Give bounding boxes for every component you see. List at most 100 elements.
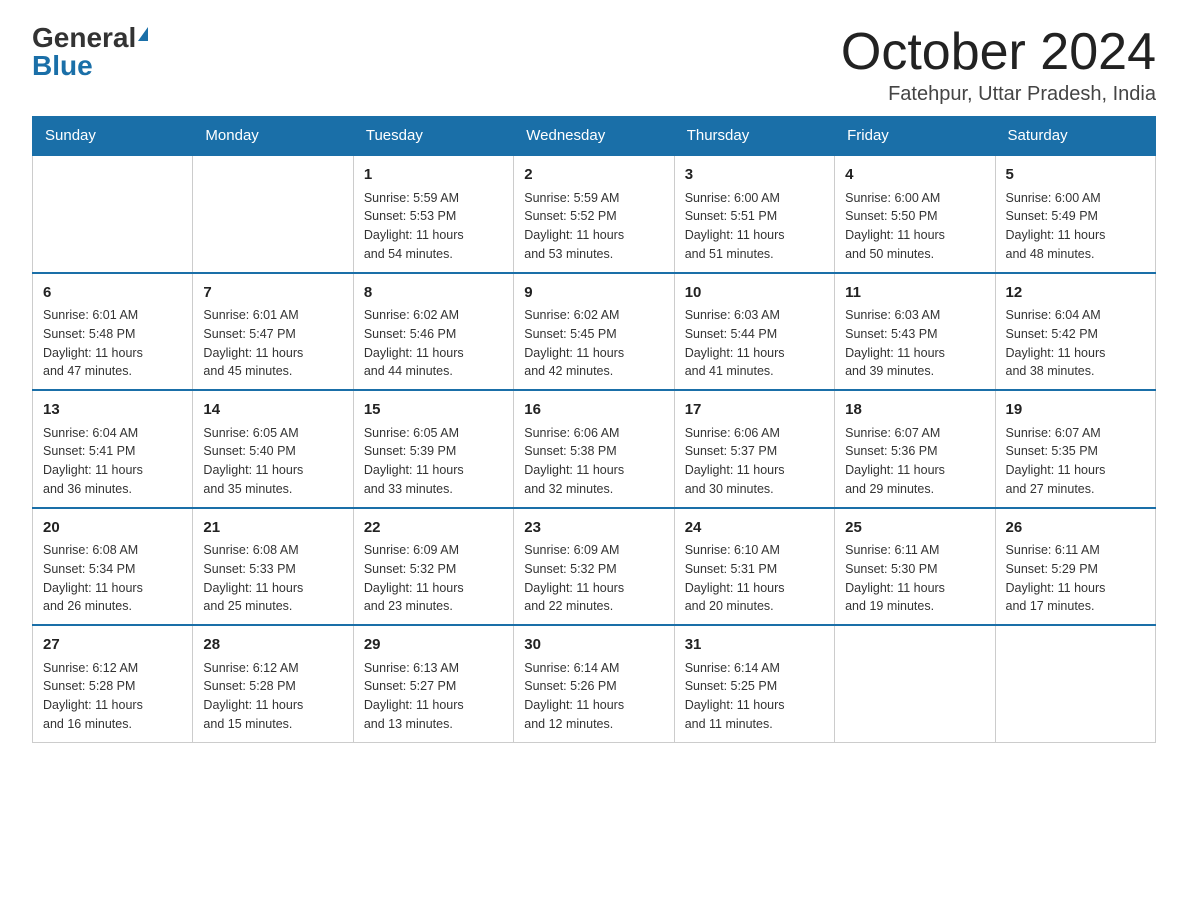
day-number: 24 [685, 517, 824, 540]
day-number: 29 [364, 634, 503, 657]
day-number: 14 [203, 399, 342, 422]
day-number: 28 [203, 634, 342, 657]
calendar-day-24: 24Sunrise: 6:10 AM Sunset: 5:31 PM Dayli… [674, 508, 834, 626]
day-info: Sunrise: 6:03 AM Sunset: 5:43 PM Dayligh… [845, 306, 984, 381]
day-number: 3 [685, 164, 824, 187]
calendar-day-31: 31Sunrise: 6:14 AM Sunset: 5:25 PM Dayli… [674, 625, 834, 742]
day-info: Sunrise: 6:05 AM Sunset: 5:39 PM Dayligh… [364, 424, 503, 499]
calendar-day-7: 7Sunrise: 6:01 AM Sunset: 5:47 PM Daylig… [193, 273, 353, 391]
calendar-week-2: 6Sunrise: 6:01 AM Sunset: 5:48 PM Daylig… [33, 273, 1156, 391]
calendar-day-8: 8Sunrise: 6:02 AM Sunset: 5:46 PM Daylig… [353, 273, 513, 391]
logo: General Blue [32, 24, 148, 80]
day-info: Sunrise: 6:12 AM Sunset: 5:28 PM Dayligh… [203, 659, 342, 734]
day-info: Sunrise: 6:01 AM Sunset: 5:48 PM Dayligh… [43, 306, 182, 381]
calendar-header-wednesday: Wednesday [514, 117, 674, 156]
day-info: Sunrise: 6:02 AM Sunset: 5:45 PM Dayligh… [524, 306, 663, 381]
day-info: Sunrise: 6:02 AM Sunset: 5:46 PM Dayligh… [364, 306, 503, 381]
day-info: Sunrise: 6:07 AM Sunset: 5:36 PM Dayligh… [845, 424, 984, 499]
day-number: 19 [1006, 399, 1145, 422]
day-number: 1 [364, 164, 503, 187]
day-number: 15 [364, 399, 503, 422]
calendar-header-monday: Monday [193, 117, 353, 156]
logo-general-text: General [32, 24, 136, 52]
calendar-day-18: 18Sunrise: 6:07 AM Sunset: 5:36 PM Dayli… [835, 390, 995, 508]
calendar-day-empty [33, 155, 193, 273]
day-info: Sunrise: 6:04 AM Sunset: 5:42 PM Dayligh… [1006, 306, 1145, 381]
day-number: 21 [203, 517, 342, 540]
month-title: October 2024 [841, 24, 1156, 81]
calendar-header-sunday: Sunday [33, 117, 193, 156]
day-number: 30 [524, 634, 663, 657]
calendar-day-28: 28Sunrise: 6:12 AM Sunset: 5:28 PM Dayli… [193, 625, 353, 742]
calendar-day-21: 21Sunrise: 6:08 AM Sunset: 5:33 PM Dayli… [193, 508, 353, 626]
day-number: 11 [845, 282, 984, 305]
calendar-day-23: 23Sunrise: 6:09 AM Sunset: 5:32 PM Dayli… [514, 508, 674, 626]
day-number: 31 [685, 634, 824, 657]
day-number: 5 [1006, 164, 1145, 187]
calendar-day-29: 29Sunrise: 6:13 AM Sunset: 5:27 PM Dayli… [353, 625, 513, 742]
day-info: Sunrise: 6:03 AM Sunset: 5:44 PM Dayligh… [685, 306, 824, 381]
day-number: 17 [685, 399, 824, 422]
calendar-day-empty [835, 625, 995, 742]
calendar-day-19: 19Sunrise: 6:07 AM Sunset: 5:35 PM Dayli… [995, 390, 1155, 508]
calendar-day-10: 10Sunrise: 6:03 AM Sunset: 5:44 PM Dayli… [674, 273, 834, 391]
calendar-day-empty [995, 625, 1155, 742]
calendar-day-27: 27Sunrise: 6:12 AM Sunset: 5:28 PM Dayli… [33, 625, 193, 742]
page-header: General Blue October 2024 Fatehpur, Utta… [32, 24, 1156, 106]
day-info: Sunrise: 6:14 AM Sunset: 5:26 PM Dayligh… [524, 659, 663, 734]
day-number: 13 [43, 399, 182, 422]
day-number: 20 [43, 517, 182, 540]
calendar-day-empty [193, 155, 353, 273]
day-info: Sunrise: 6:08 AM Sunset: 5:33 PM Dayligh… [203, 541, 342, 616]
logo-triangle-icon [138, 27, 148, 41]
calendar-day-4: 4Sunrise: 6:00 AM Sunset: 5:50 PM Daylig… [835, 155, 995, 273]
day-number: 18 [845, 399, 984, 422]
day-number: 27 [43, 634, 182, 657]
calendar-week-5: 27Sunrise: 6:12 AM Sunset: 5:28 PM Dayli… [33, 625, 1156, 742]
calendar-week-4: 20Sunrise: 6:08 AM Sunset: 5:34 PM Dayli… [33, 508, 1156, 626]
day-number: 12 [1006, 282, 1145, 305]
day-number: 10 [685, 282, 824, 305]
day-number: 6 [43, 282, 182, 305]
day-number: 23 [524, 517, 663, 540]
calendar-day-16: 16Sunrise: 6:06 AM Sunset: 5:38 PM Dayli… [514, 390, 674, 508]
calendar-day-11: 11Sunrise: 6:03 AM Sunset: 5:43 PM Dayli… [835, 273, 995, 391]
day-number: 7 [203, 282, 342, 305]
day-number: 8 [364, 282, 503, 305]
day-number: 16 [524, 399, 663, 422]
day-info: Sunrise: 6:01 AM Sunset: 5:47 PM Dayligh… [203, 306, 342, 381]
calendar-day-13: 13Sunrise: 6:04 AM Sunset: 5:41 PM Dayli… [33, 390, 193, 508]
day-info: Sunrise: 6:10 AM Sunset: 5:31 PM Dayligh… [685, 541, 824, 616]
calendar-week-1: 1Sunrise: 5:59 AM Sunset: 5:53 PM Daylig… [33, 155, 1156, 273]
calendar-day-12: 12Sunrise: 6:04 AM Sunset: 5:42 PM Dayli… [995, 273, 1155, 391]
calendar-week-3: 13Sunrise: 6:04 AM Sunset: 5:41 PM Dayli… [33, 390, 1156, 508]
day-info: Sunrise: 6:11 AM Sunset: 5:30 PM Dayligh… [845, 541, 984, 616]
calendar-day-22: 22Sunrise: 6:09 AM Sunset: 5:32 PM Dayli… [353, 508, 513, 626]
calendar-day-9: 9Sunrise: 6:02 AM Sunset: 5:45 PM Daylig… [514, 273, 674, 391]
calendar-day-20: 20Sunrise: 6:08 AM Sunset: 5:34 PM Dayli… [33, 508, 193, 626]
day-info: Sunrise: 6:00 AM Sunset: 5:49 PM Dayligh… [1006, 189, 1145, 264]
day-info: Sunrise: 5:59 AM Sunset: 5:52 PM Dayligh… [524, 189, 663, 264]
location-title: Fatehpur, Uttar Pradesh, India [841, 83, 1156, 106]
calendar-header-tuesday: Tuesday [353, 117, 513, 156]
calendar-day-30: 30Sunrise: 6:14 AM Sunset: 5:26 PM Dayli… [514, 625, 674, 742]
calendar-day-5: 5Sunrise: 6:00 AM Sunset: 5:49 PM Daylig… [995, 155, 1155, 273]
calendar-day-14: 14Sunrise: 6:05 AM Sunset: 5:40 PM Dayli… [193, 390, 353, 508]
day-number: 26 [1006, 517, 1145, 540]
day-info: Sunrise: 6:06 AM Sunset: 5:38 PM Dayligh… [524, 424, 663, 499]
day-number: 2 [524, 164, 663, 187]
day-info: Sunrise: 6:09 AM Sunset: 5:32 PM Dayligh… [524, 541, 663, 616]
calendar-day-25: 25Sunrise: 6:11 AM Sunset: 5:30 PM Dayli… [835, 508, 995, 626]
day-number: 22 [364, 517, 503, 540]
day-number: 9 [524, 282, 663, 305]
calendar-day-1: 1Sunrise: 5:59 AM Sunset: 5:53 PM Daylig… [353, 155, 513, 273]
calendar-day-15: 15Sunrise: 6:05 AM Sunset: 5:39 PM Dayli… [353, 390, 513, 508]
logo-blue-text: Blue [32, 52, 93, 80]
calendar-day-6: 6Sunrise: 6:01 AM Sunset: 5:48 PM Daylig… [33, 273, 193, 391]
day-info: Sunrise: 6:04 AM Sunset: 5:41 PM Dayligh… [43, 424, 182, 499]
day-info: Sunrise: 6:05 AM Sunset: 5:40 PM Dayligh… [203, 424, 342, 499]
day-info: Sunrise: 6:12 AM Sunset: 5:28 PM Dayligh… [43, 659, 182, 734]
day-info: Sunrise: 6:14 AM Sunset: 5:25 PM Dayligh… [685, 659, 824, 734]
calendar-header-thursday: Thursday [674, 117, 834, 156]
day-info: Sunrise: 6:00 AM Sunset: 5:51 PM Dayligh… [685, 189, 824, 264]
